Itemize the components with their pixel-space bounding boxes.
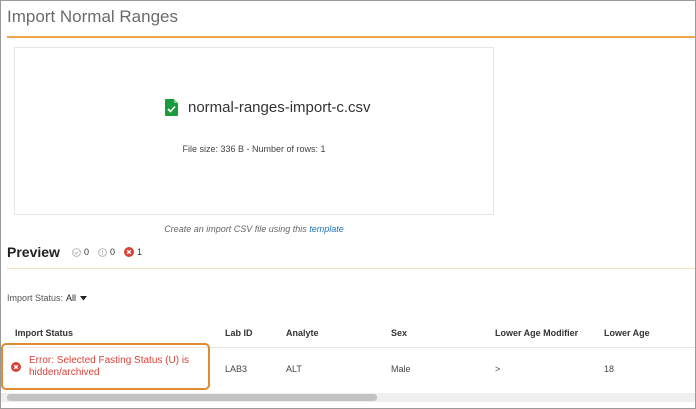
error-count: 1 — [123, 247, 142, 257]
filter-value[interactable]: All — [66, 293, 76, 303]
header-lower-age-modifier[interactable]: Lower Age Modifier — [495, 319, 578, 347]
warning-count: 0 — [98, 247, 115, 257]
cell-lower-age: 18 — [604, 364, 615, 374]
success-count: 0 — [72, 247, 89, 257]
error-circle-icon — [123, 247, 134, 257]
error-message: Error: Selected Fasting Status (U) is hi… — [29, 354, 190, 378]
template-link[interactable]: template — [309, 224, 344, 234]
page-title: Import Normal Ranges — [7, 7, 179, 26]
import-normal-ranges-panel: Import Normal Ranges normal-ranges-impor… — [0, 0, 696, 409]
file-upload-area[interactable]: normal-ranges-import-c.csv File size: 33… — [14, 47, 494, 215]
warning-circle-icon — [98, 247, 107, 257]
file-name: normal-ranges-import-c.csv — [188, 99, 371, 116]
cell-lab-id: LAB3 — [225, 364, 248, 374]
header-sex[interactable]: Sex — [391, 319, 407, 347]
title-divider — [7, 36, 695, 38]
check-circle-icon — [72, 247, 81, 257]
template-hint-text: Create an import CSV file using this — [164, 224, 307, 234]
header-lower-age[interactable]: Lower Age — [604, 319, 650, 347]
import-status-filter[interactable]: Import Status: All — [7, 293, 88, 303]
preview-divider — [7, 268, 695, 269]
success-count-value: 0 — [83, 247, 89, 257]
warning-count-value: 0 — [109, 247, 115, 257]
header-lab-id[interactable]: Lab ID — [225, 319, 253, 347]
filter-label: Import Status: — [7, 293, 64, 303]
scrollbar-thumb[interactable] — [7, 394, 377, 401]
preview-header: Preview 0 0 1 — [7, 244, 151, 260]
cell-import-status-error: Error: Selected Fasting Status (U) is hi… — [1, 343, 210, 390]
cell-analyte: ALT — [286, 364, 302, 374]
uploaded-file: normal-ranges-import-c.csv — [165, 99, 371, 116]
error-count-value: 1 — [136, 247, 142, 257]
csv-file-icon — [165, 99, 178, 116]
file-meta: File size: 336 B - Number of rows: 1 — [182, 144, 326, 154]
cell-sex: Male — [391, 364, 411, 374]
preview-title: Preview — [7, 244, 60, 260]
caret-down-icon[interactable] — [80, 295, 88, 301]
cell-lower-age-modifier: > — [495, 364, 501, 374]
horizontal-scrollbar[interactable] — [1, 393, 695, 402]
template-hint: Create an import CSV file using this tem… — [14, 224, 494, 234]
header-analyte[interactable]: Analyte — [286, 319, 319, 347]
error-circle-icon — [11, 361, 21, 372]
